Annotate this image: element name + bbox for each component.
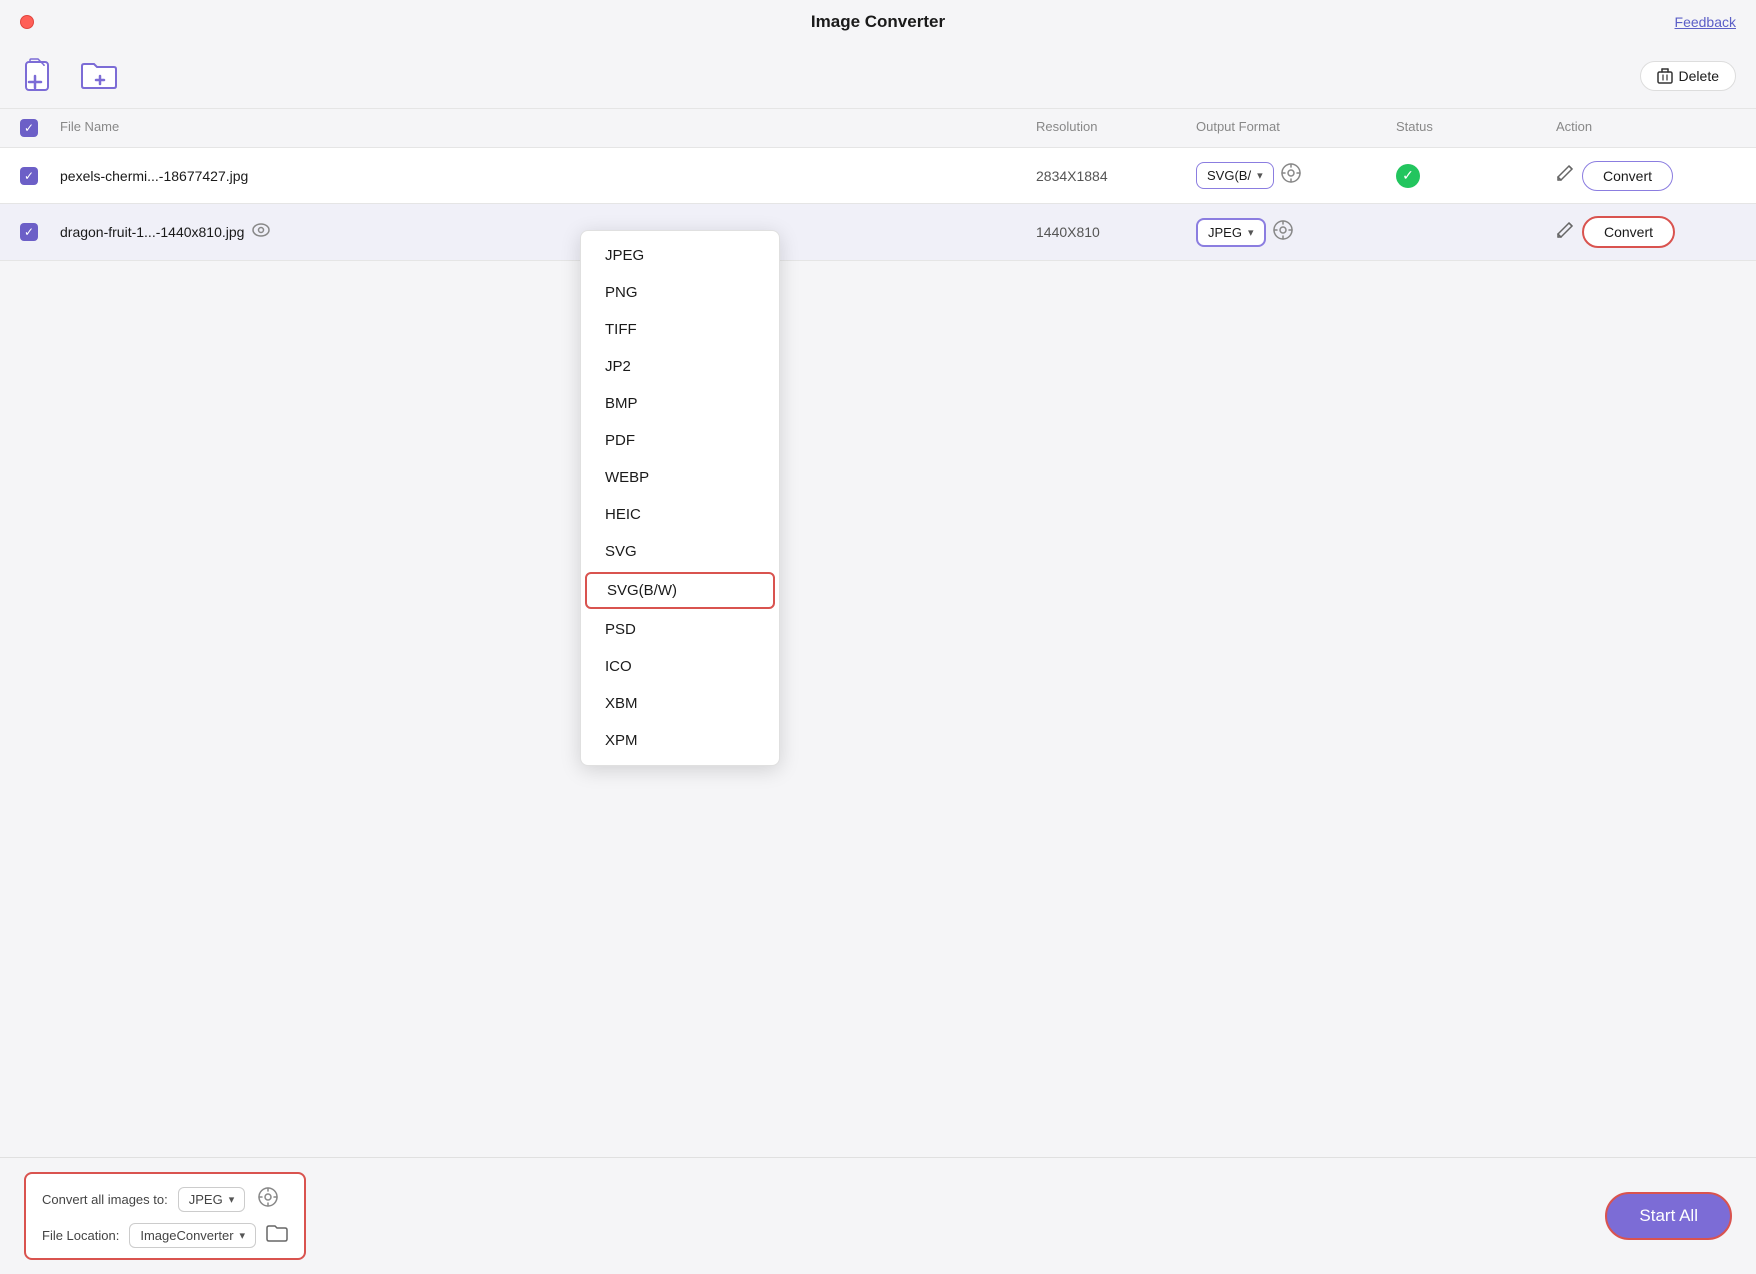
row2-action: Convert xyxy=(1556,216,1736,248)
header-checkbox[interactable] xyxy=(20,119,38,137)
add-folder-button[interactable] xyxy=(76,54,124,98)
header-filename: File Name xyxy=(60,119,1036,137)
row2-preview-icon[interactable] xyxy=(252,223,270,241)
dropdown-item-webp[interactable]: WEBP xyxy=(581,459,779,496)
bottom-location-value: ImageConverter xyxy=(140,1228,233,1243)
bottom-convert-section: Convert all images to: JPEG ▾ File Locat… xyxy=(24,1172,306,1260)
start-all-button[interactable]: Start All xyxy=(1605,1192,1732,1240)
file-location-label: File Location: xyxy=(42,1228,119,1243)
bottom-location-chevron-icon: ▾ xyxy=(240,1229,246,1242)
dropdown-item-svg-bw[interactable]: SVG(B/W) xyxy=(585,572,775,609)
bottom-location-row: File Location: ImageConverter ▾ xyxy=(42,1223,288,1248)
bottom-bar: Convert all images to: JPEG ▾ File Locat… xyxy=(0,1157,1756,1274)
open-folder-icon[interactable] xyxy=(266,1224,288,1247)
row1-convert-button[interactable]: Convert xyxy=(1582,161,1673,191)
row1-edit-icon[interactable] xyxy=(1556,164,1574,187)
header-resolution: Resolution xyxy=(1036,119,1196,137)
header-format: Output Format xyxy=(1196,119,1396,137)
row1-filename: pexels-chermi...-18677427.jpg xyxy=(60,168,1036,184)
row2-checkbox[interactable] xyxy=(20,223,38,241)
format-dropdown-menu: JPEG PNG TIFF JP2 BMP PDF WEBP HEIC SVG … xyxy=(580,230,780,766)
dropdown-item-jp2[interactable]: JP2 xyxy=(581,348,779,385)
toolbar: Delete xyxy=(0,44,1756,108)
convert-all-label: Convert all images to: xyxy=(42,1192,168,1207)
dropdown-item-svg[interactable]: SVG xyxy=(581,533,779,570)
dropdown-item-ico[interactable]: ICO xyxy=(581,648,779,685)
header-action: Action xyxy=(1556,119,1736,137)
dropdown-item-pdf[interactable]: PDF xyxy=(581,422,779,459)
status-success-icon: ✓ xyxy=(1396,164,1420,188)
dropdown-item-xpm[interactable]: XPM xyxy=(581,722,779,759)
dropdown-item-bmp[interactable]: BMP xyxy=(581,385,779,422)
row2-resolution: 1440X810 xyxy=(1036,224,1196,240)
bottom-chevron-icon: ▾ xyxy=(229,1193,235,1206)
row1-action: Convert xyxy=(1556,161,1736,191)
bottom-format-value: JPEG xyxy=(189,1192,223,1207)
row1-format-select: SVG(B/ ▾ xyxy=(1196,160,1396,191)
row1-format-dropdown[interactable]: SVG(B/ ▾ xyxy=(1196,162,1274,189)
bottom-settings-icon[interactable] xyxy=(255,1184,281,1215)
dropdown-item-jpeg[interactable]: JPEG xyxy=(581,237,779,274)
table-row: dragon-fruit-1...-1440x810.jpg 1440X810 … xyxy=(0,204,1756,261)
bottom-convert-row: Convert all images to: JPEG ▾ xyxy=(42,1184,288,1215)
row2-settings-icon[interactable] xyxy=(1270,217,1296,248)
traffic-light-close[interactable] xyxy=(20,15,34,29)
bottom-location-dropdown[interactable]: ImageConverter ▾ xyxy=(129,1223,256,1248)
row2-edit-icon[interactable] xyxy=(1556,221,1574,244)
row1-settings-icon[interactable] xyxy=(1278,160,1304,191)
dropdown-item-psd[interactable]: PSD xyxy=(581,611,779,648)
title-bar: Image Converter Feedback xyxy=(0,0,1756,44)
file-table: File Name Resolution Output Format Statu… xyxy=(0,108,1756,261)
add-file-button[interactable] xyxy=(20,54,64,98)
row2-chevron-icon: ▾ xyxy=(1248,226,1254,239)
delete-label: Delete xyxy=(1679,68,1719,84)
toolbar-right: Delete xyxy=(1640,61,1736,91)
row2-convert-button[interactable]: Convert xyxy=(1582,216,1675,248)
app-title: Image Converter xyxy=(811,12,945,32)
row2-format-dropdown[interactable]: JPEG ▾ xyxy=(1196,218,1266,247)
header-status: Status xyxy=(1396,119,1556,137)
row1-checkbox[interactable] xyxy=(20,167,38,185)
row1-status: ✓ xyxy=(1396,164,1556,188)
table-row: pexels-chermi...-18677427.jpg 2834X1884 … xyxy=(0,148,1756,204)
dropdown-item-tiff[interactable]: TIFF xyxy=(581,311,779,348)
row2-format-select: JPEG ▾ xyxy=(1196,217,1396,248)
table-header: File Name Resolution Output Format Statu… xyxy=(0,109,1756,148)
row1-resolution: 2834X1884 xyxy=(1036,168,1196,184)
dropdown-item-png[interactable]: PNG xyxy=(581,274,779,311)
row2-filename: dragon-fruit-1...-1440x810.jpg xyxy=(60,223,1036,241)
dropdown-item-heic[interactable]: HEIC xyxy=(581,496,779,533)
delete-button[interactable]: Delete xyxy=(1640,61,1736,91)
row1-chevron-icon: ▾ xyxy=(1257,169,1263,182)
bottom-format-dropdown[interactable]: JPEG ▾ xyxy=(178,1187,246,1212)
feedback-link[interactable]: Feedback xyxy=(1675,14,1736,30)
dropdown-item-xbm[interactable]: XBM xyxy=(581,685,779,722)
